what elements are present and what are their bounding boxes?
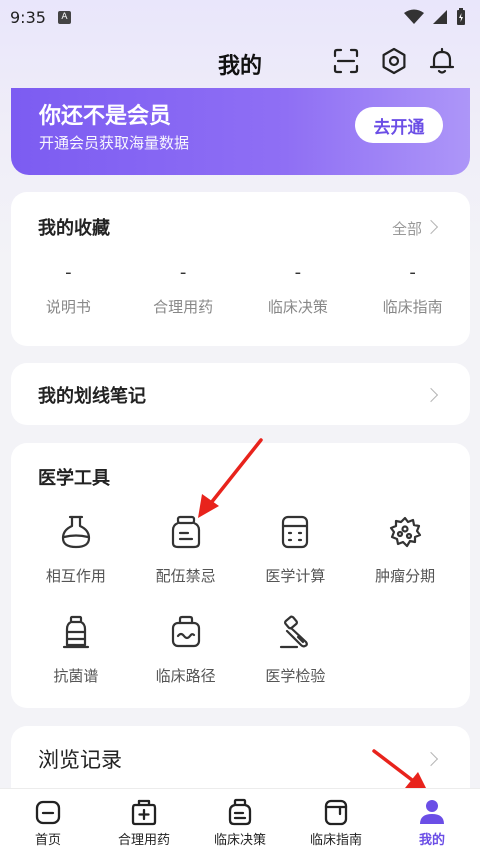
home-icon: [33, 797, 63, 827]
tab-label: 临床指南: [309, 833, 362, 848]
favorites-all-link[interactable]: 全部: [392, 218, 422, 239]
tab-rational-drug-use[interactable]: 合理用药: [96, 789, 192, 853]
tab-label: 临床决策: [213, 833, 266, 848]
favorite-label: 临床指南: [382, 298, 443, 316]
flask-icon: [57, 513, 95, 551]
jar-icon: [167, 513, 205, 551]
highlight-notes-card[interactable]: 我的划线笔记: [11, 363, 470, 425]
chevron-right-icon: [423, 751, 439, 767]
tool-interaction[interactable]: 相互作用: [21, 513, 131, 613]
tab-clinical-decision[interactable]: 临床决策: [192, 789, 288, 853]
tool-label: 临床路径: [155, 667, 216, 685]
header: 我的: [0, 40, 480, 84]
guide-icon: [321, 797, 351, 827]
tool-medical-test[interactable]: 医学检验: [241, 613, 351, 713]
tool-medical-calculation[interactable]: 医学计算: [241, 513, 351, 613]
favorite-count: -: [409, 262, 416, 283]
bottom-tab-bar: 首页 合理用药 临床决策 临床指南 我的: [0, 788, 480, 853]
favorite-item-clinical-guide[interactable]: - 临床指南: [355, 262, 470, 317]
medical-tools-title: 医学工具: [38, 468, 110, 489]
virus-icon: [386, 513, 424, 551]
vip-title: 你还不是会员: [39, 104, 172, 129]
signal-icon: [433, 10, 447, 24]
tab-label: 合理用药: [117, 833, 170, 848]
favorite-item-rational-drug-use[interactable]: - 合理用药: [126, 262, 241, 317]
battery-icon: [457, 8, 465, 25]
tab-home[interactable]: 首页: [0, 789, 96, 853]
favorite-count: -: [179, 262, 187, 283]
tool-antibacterial-spectrum[interactable]: 抗菌谱: [21, 613, 131, 713]
tool-label: 医学计算: [265, 567, 326, 585]
favorite-label: 说明书: [45, 298, 91, 316]
status-bar: 9:35 A: [0, 0, 480, 34]
favorite-count: -: [65, 262, 72, 283]
tool-label: 抗菌谱: [53, 667, 99, 685]
wifi-icon: [404, 9, 424, 24]
favorites-grid: - 说明书 - 合理用药 - 临床决策 - 临床指南: [11, 262, 470, 317]
settings-icon[interactable]: [379, 46, 409, 76]
tab-label: 我的: [418, 833, 445, 848]
decision-icon: [225, 797, 255, 827]
status-time: 9:35: [10, 7, 46, 27]
tools-grid: 相互作用 配伍禁忌 医学计算 肿瘤分期 抗菌谱 临床路径 医学检验: [21, 513, 460, 713]
favorite-count: -: [294, 262, 302, 283]
tool-clinical-path[interactable]: 临床路径: [131, 613, 241, 713]
status-icons: [404, 8, 466, 26]
medical-tools-card: 医学工具 相互作用 配伍禁忌 医学计算 肿瘤分期 抗菌谱 临床路径 医学检验: [11, 443, 470, 708]
user-icon: [417, 797, 447, 827]
tool-label: 医学检验: [265, 667, 326, 685]
tool-label: 肿瘤分期: [375, 567, 436, 585]
favorites-card: 我的收藏 全部 - 说明书 - 合理用药 - 临床决策 - 临床指南: [11, 192, 470, 346]
favorite-item-clinical-decision[interactable]: - 临床决策: [241, 262, 356, 317]
chevron-right-icon[interactable]: [423, 219, 439, 235]
favorite-label: 临床决策: [267, 298, 328, 316]
tab-label: 首页: [34, 833, 61, 848]
path-box-icon: [167, 613, 205, 651]
tool-tumor-staging[interactable]: 肿瘤分期: [350, 513, 460, 613]
chevron-right-icon: [423, 387, 439, 403]
favorites-title: 我的收藏: [38, 218, 110, 239]
tab-mine[interactable]: 我的: [384, 789, 480, 853]
browse-history-title: 浏览记录: [38, 748, 122, 772]
tool-label: 相互作用: [45, 567, 106, 585]
tab-clinical-guide[interactable]: 临床指南: [288, 789, 384, 853]
vip-subtitle: 开通会员获取海量数据: [39, 134, 190, 152]
favorite-label: 合理用药: [153, 298, 214, 316]
scan-icon[interactable]: [331, 46, 361, 76]
vip-banner[interactable]: 你还不是会员 开通会员获取海量数据 去开通: [11, 88, 470, 175]
calculator-icon: [276, 513, 314, 551]
tool-incompatibility[interactable]: 配伍禁忌: [131, 513, 241, 613]
open-vip-button[interactable]: 去开通: [355, 107, 443, 143]
medicine-icon: [129, 797, 159, 827]
favorite-item-instructions[interactable]: - 说明书: [11, 262, 126, 317]
notification-icon: A: [57, 10, 71, 24]
bottle-icon: [57, 613, 95, 651]
tool-label: 配伍禁忌: [155, 567, 216, 585]
highlight-notes-title: 我的划线笔记: [38, 386, 146, 407]
test-tube-icon: [276, 613, 314, 651]
bell-icon[interactable]: [427, 46, 457, 76]
